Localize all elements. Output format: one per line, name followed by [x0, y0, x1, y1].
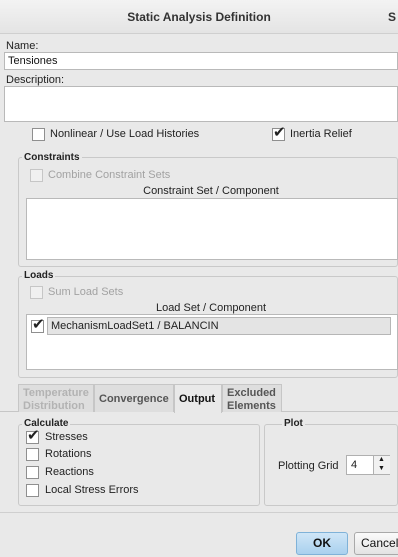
local-stress-errors-label: Local Stress Errors: [45, 484, 139, 496]
local-stress-errors-checkbox[interactable]: [26, 484, 39, 497]
loads-legend: Loads: [22, 270, 56, 281]
plotting-grid-stepper[interactable]: 4 ▲ ▼: [346, 455, 390, 475]
load-set-row-highlight: MechanismLoadSet1 / BALANCIN: [47, 317, 391, 335]
combine-constraint-sets-option: Combine Constraint Sets: [30, 169, 190, 183]
tab-output[interactable]: Output: [174, 384, 222, 413]
ok-button[interactable]: OK: [296, 532, 348, 555]
tab-excluded-line2: Elements: [227, 400, 276, 412]
reactions-label: Reactions: [45, 466, 94, 478]
window-title-overflow: S: [388, 10, 397, 24]
load-set-row-checkbox[interactable]: ✔: [31, 316, 45, 333]
constraints-legend: Constraints: [22, 152, 82, 163]
name-label: Name:: [6, 40, 39, 52]
sum-load-sets-label: Sum Load Sets: [48, 286, 124, 298]
rotations-checkbox[interactable]: [26, 448, 39, 461]
load-column-header: Load Set / Component: [155, 302, 267, 314]
tab-temperature-line1: Temperature: [23, 387, 89, 399]
load-set-row-label: MechanismLoadSet1 / BALANCIN: [51, 320, 219, 332]
sum-load-sets-checkbox: [30, 286, 43, 299]
tab-temperature-distribution: Temperature Distribution: [18, 384, 94, 412]
inertia-relief-label: Inertia Relief: [290, 128, 352, 140]
inertia-relief-checkbox[interactable]: ✔: [272, 124, 286, 141]
tab-excluded-line1: Excluded: [227, 387, 276, 399]
plotting-grid-label: Plotting Grid: [278, 460, 339, 472]
nonlinear-option[interactable]: Nonlinear / Use Load Histories: [32, 128, 242, 142]
checkmark-icon: ✔: [273, 124, 286, 141]
tab-excluded-elements[interactable]: Excluded Elements: [222, 384, 282, 412]
stresses-checkbox[interactable]: ✔: [26, 427, 40, 444]
chevron-down-icon[interactable]: ▼: [378, 465, 385, 472]
tab-output-label: Output: [179, 393, 216, 405]
combine-constraint-sets-label: Combine Constraint Sets: [48, 169, 171, 181]
sum-load-sets-option: Sum Load Sets: [30, 286, 150, 300]
calculate-item[interactable]: Rotations: [26, 448, 146, 462]
tab-convergence[interactable]: Convergence: [94, 384, 174, 412]
name-input-value: Tensiones: [8, 55, 58, 67]
combine-constraint-sets-checkbox: [30, 169, 43, 182]
cancel-button[interactable]: Cancel: [354, 532, 398, 555]
checkmark-icon: ✔: [32, 316, 45, 333]
load-set-list[interactable]: ✔ MechanismLoadSet1 / BALANCIN: [26, 314, 398, 370]
calculate-item[interactable]: ✔ Stresses: [26, 427, 146, 445]
checkmark-icon: ✔: [27, 427, 40, 444]
name-input[interactable]: Tensiones: [4, 52, 398, 70]
stresses-label: Stresses: [45, 431, 88, 443]
plot-legend: Plot: [282, 418, 305, 429]
rotations-label: Rotations: [45, 448, 92, 460]
reactions-checkbox[interactable]: [26, 466, 39, 479]
tab-temperature-line2: Distribution: [23, 400, 85, 412]
constraint-column-header: Constraint Set / Component: [143, 185, 279, 197]
window-title: Static Analysis Definition: [127, 10, 271, 24]
constraint-set-list[interactable]: [26, 198, 398, 260]
stepper-buttons[interactable]: ▲ ▼: [373, 456, 390, 474]
calculate-item[interactable]: Reactions: [26, 466, 146, 480]
bottom-divider: [0, 512, 398, 513]
description-label: Description:: [6, 74, 65, 86]
description-input[interactable]: [4, 86, 398, 122]
calculate-item[interactable]: Local Stress Errors: [26, 484, 166, 498]
nonlinear-checkbox[interactable]: [32, 128, 45, 141]
load-set-row[interactable]: ✔ MechanismLoadSet1 / BALANCIN: [29, 317, 391, 335]
nonlinear-label: Nonlinear / Use Load Histories: [50, 128, 200, 140]
inertia-relief-option[interactable]: ✔ Inertia Relief: [272, 124, 372, 142]
plotting-grid-value: 4: [351, 459, 358, 471]
chevron-up-icon[interactable]: ▲: [378, 456, 385, 463]
tab-convergence-label: Convergence: [99, 393, 169, 405]
